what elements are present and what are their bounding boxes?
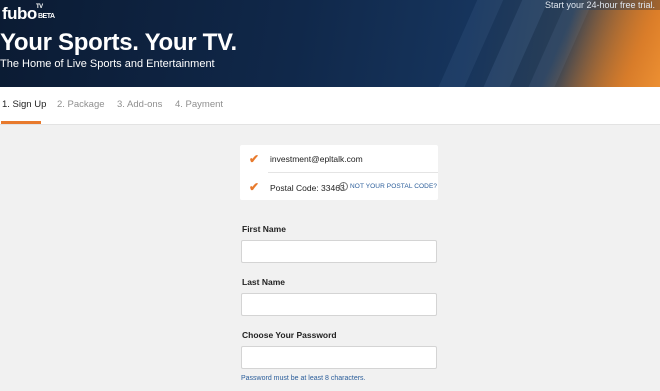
password-label: Choose Your Password [242,330,337,340]
last-name-label: Last Name [242,277,285,287]
step-package[interactable]: 2. Package [57,99,105,110]
postal-row: ✔ Postal Code: 33463 i NOT YOUR POSTAL C… [240,173,438,200]
first-name-input[interactable] [241,240,437,263]
beta-badge: BETA [38,13,55,20]
step-payment[interactable]: 4. Payment [175,99,223,110]
email-row: investment@epltalk.com [268,145,438,173]
email-value: investment@epltalk.com [270,154,363,164]
last-name-input[interactable] [241,293,437,316]
not-your-postal-code-link[interactable]: NOT YOUR POSTAL CODE? [350,183,437,190]
hero-banner: fubo TV BETA Start your 24-hour free tri… [0,0,660,87]
signup-steps: 1. Sign Up 2. Package 3. Add-ons 4. Paym… [0,87,660,125]
logo-tv: TV [36,4,43,10]
free-trial-text: Start your 24-hour free trial. [544,0,655,10]
active-step-indicator [1,121,41,124]
first-name-label: First Name [242,224,286,234]
checkmark-icon: ✔ [249,152,260,166]
account-summary-card: ✔ investment@epltalk.com ✔ Postal Code: … [240,145,438,200]
info-icon[interactable]: i [339,182,348,191]
hero-title: Your Sports. Your TV. [0,29,237,56]
step-add-ons[interactable]: 3. Add-ons [117,99,162,110]
checkmark-icon: ✔ [249,180,260,194]
fubo-logo[interactable]: fubo TV BETA [2,4,55,24]
postal-code-value: Postal Code: 33463 [270,183,345,193]
hero-subtitle: The Home of Live Sports and Entertainmen… [0,58,215,70]
logo-text: fubo [2,4,37,23]
step-sign-up[interactable]: 1. Sign Up [2,99,46,110]
password-hint: Password must be at least 8 characters. [241,375,366,382]
password-input[interactable] [241,346,437,369]
